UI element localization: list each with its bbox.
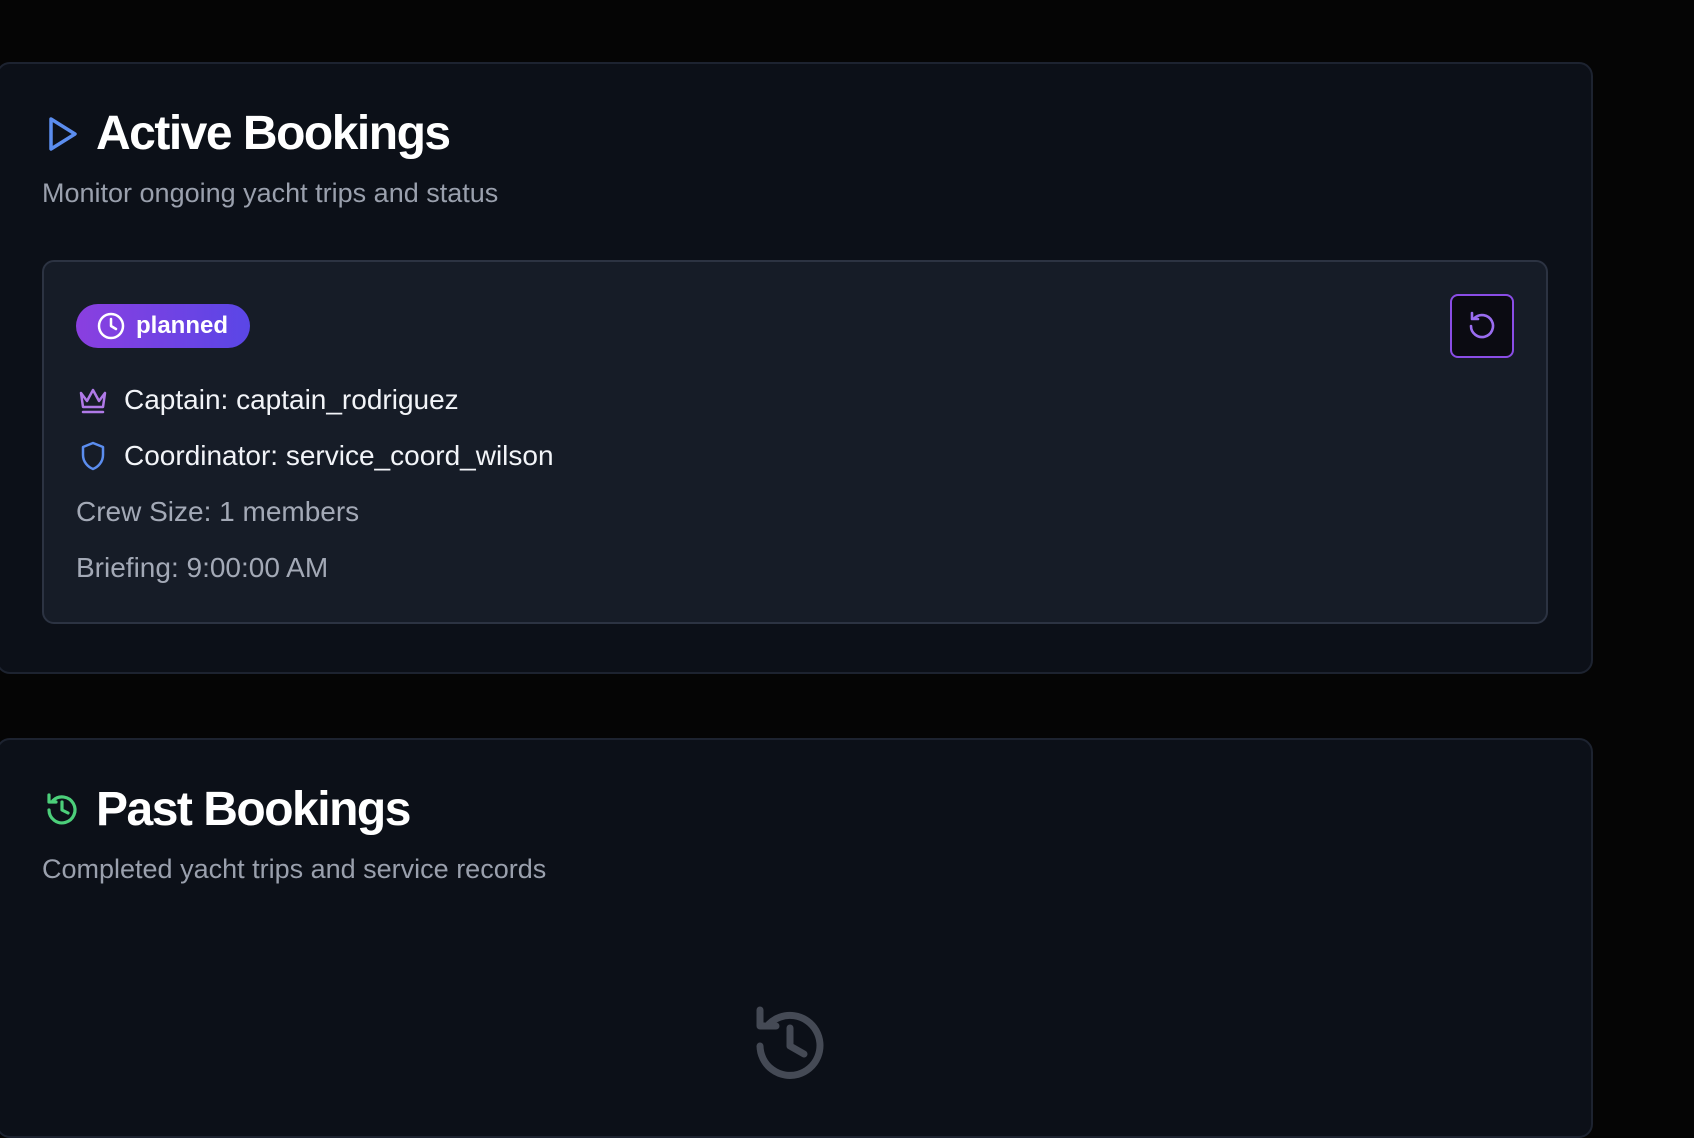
play-icon <box>42 114 82 154</box>
history-icon <box>42 790 82 830</box>
rotate-ccw-icon <box>1466 310 1498 342</box>
active-bookings-header: Active Bookings <box>42 106 451 162</box>
refresh-button[interactable] <box>1450 294 1514 358</box>
past-bookings-section: Past Bookings Completed yacht trips and … <box>0 738 1593 1138</box>
status-badge: planned <box>76 304 251 348</box>
shield-icon <box>76 439 110 473</box>
coordinator-label: Coordinator: service_coord_wilson <box>124 440 554 471</box>
captain-label: Captain: captain_rodriguez <box>124 384 459 415</box>
crew-size-row: Crew Size: 1 members <box>76 494 359 530</box>
active-bookings-subtitle: Monitor ongoing yacht trips and status <box>42 178 499 208</box>
booking-card: planned Captain: captain_rodriguez Coord… <box>42 260 1548 624</box>
past-bookings-subtitle: Completed yacht trips and service record… <box>42 854 547 884</box>
past-bookings-title: Past Bookings <box>96 783 411 836</box>
briefing-label: Briefing: 9:00:00 AM <box>76 552 329 583</box>
coordinator-row: Coordinator: service_coord_wilson <box>76 438 554 474</box>
status-badge-label: planned <box>136 312 229 339</box>
active-bookings-section: Active Bookings Monitor ongoing yacht tr… <box>0 62 1593 674</box>
clock-icon <box>96 311 126 341</box>
briefing-row: Briefing: 9:00:00 AM <box>76 550 328 586</box>
captain-row: Captain: captain_rodriguez <box>76 382 459 418</box>
past-bookings-header: Past Bookings <box>42 782 411 838</box>
active-bookings-title: Active Bookings <box>96 107 451 160</box>
empty-history-icon <box>748 1004 832 1088</box>
crew-size-label: Crew Size: 1 members <box>76 496 360 527</box>
crown-icon <box>76 383 110 417</box>
